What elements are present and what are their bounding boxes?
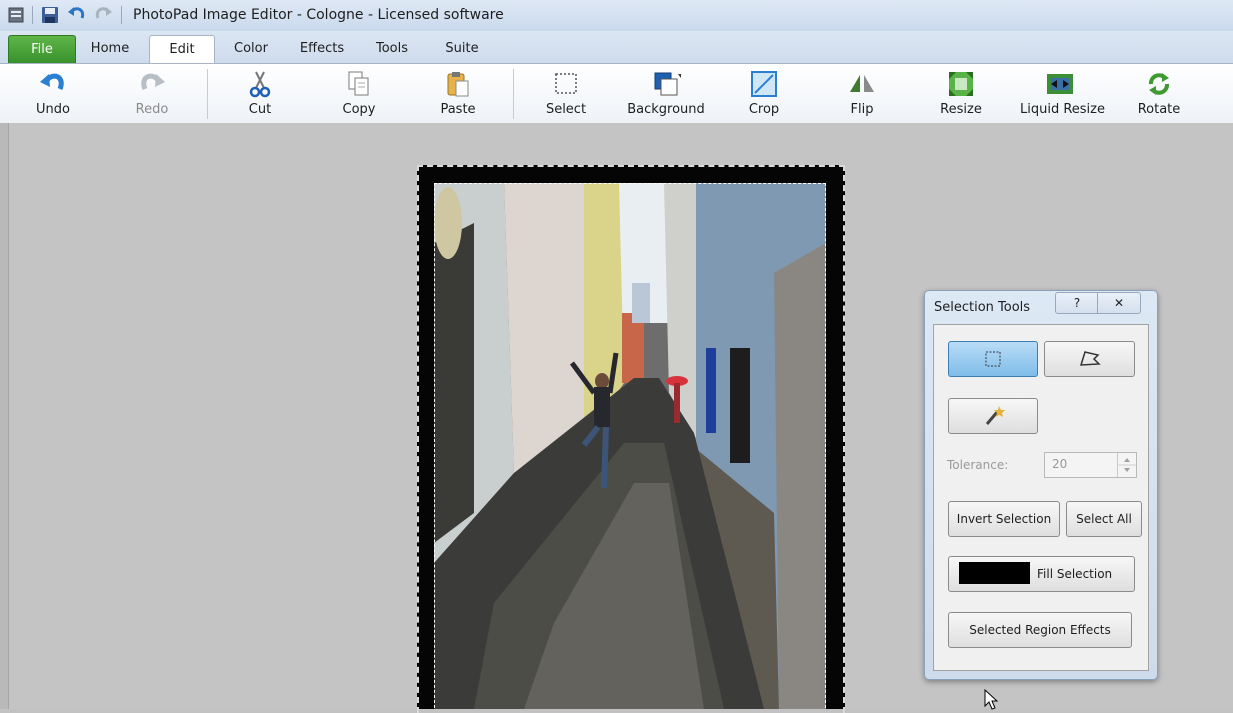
rotate-button[interactable]: Rotate	[1119, 64, 1199, 123]
fill-selection-label: Fill Selection	[1037, 567, 1113, 581]
redo-icon	[137, 70, 167, 98]
background-button[interactable]: Background	[626, 64, 706, 123]
crop-icon	[749, 70, 779, 98]
redo-button[interactable]: Redo	[112, 64, 192, 123]
cut-button[interactable]: Cut	[220, 64, 300, 123]
select-button[interactable]: Select	[526, 64, 606, 123]
copy-label: Copy	[342, 102, 376, 117]
rectangle-select-button[interactable]	[948, 341, 1038, 377]
ribbon-separator	[513, 69, 514, 119]
paste-label: Paste	[440, 102, 476, 117]
undo-label: Undo	[36, 102, 70, 117]
ribbon-toolbar: Undo Redo Cut Copy Paste Select Backgrou…	[0, 63, 1233, 124]
tab-effects[interactable]: Effects	[290, 35, 354, 63]
undo-icon[interactable]	[67, 5, 87, 25]
scissors-icon	[245, 70, 275, 98]
redo-label: Redo	[135, 102, 169, 117]
crop-label: Crop	[748, 102, 780, 117]
crop-button[interactable]: Crop	[724, 64, 804, 123]
freeform-select-button[interactable]	[1044, 341, 1135, 377]
magic-wand-icon	[985, 406, 1005, 425]
panel-title: Selection Tools	[934, 300, 1031, 315]
resize-label: Resize	[940, 102, 982, 117]
help-button[interactable]: ?	[1055, 292, 1099, 314]
tolerance-label: Tolerance:	[947, 458, 1009, 472]
window-title: PhotoPad Image Editor - Cologne - Licens…	[133, 7, 504, 23]
save-icon[interactable]	[40, 5, 60, 25]
tab-home[interactable]: Home	[80, 35, 140, 63]
tab-suite[interactable]: Suite	[432, 35, 492, 63]
tab-file[interactable]: File	[8, 35, 76, 64]
menu-icon[interactable]	[6, 5, 26, 25]
paste-button[interactable]: Paste	[418, 64, 498, 123]
undo-button[interactable]: Undo	[13, 64, 93, 123]
quick-access-separator	[121, 6, 122, 24]
rotate-icon	[1144, 70, 1174, 98]
flip-label: Flip	[850, 102, 874, 117]
flip-icon	[847, 70, 877, 98]
resize-icon	[946, 70, 976, 98]
tab-tools[interactable]: Tools	[364, 35, 420, 63]
tab-edit[interactable]: Edit	[149, 35, 215, 65]
background-label: Background	[627, 102, 705, 117]
left-panel-edge[interactable]	[0, 123, 9, 709]
help-icon: ?	[1073, 296, 1081, 310]
lasso-select-icon	[1079, 351, 1101, 366]
invert-selection-button[interactable]: Invert Selection	[948, 501, 1060, 537]
redo-icon[interactable]	[93, 5, 113, 25]
mouse-cursor-icon	[984, 689, 999, 710]
liquid-resize-button[interactable]: Liquid Resize	[1020, 64, 1105, 123]
resize-button[interactable]: Resize	[921, 64, 1001, 123]
copy-button[interactable]: Copy	[319, 64, 399, 123]
close-button[interactable]: ✕	[1097, 292, 1141, 314]
marquee-select-icon	[551, 70, 581, 98]
paste-icon	[443, 70, 473, 98]
ribbon-separator	[207, 69, 208, 119]
background-color-icon	[651, 70, 684, 98]
title-bar: PhotoPad Image Editor - Cologne - Licens…	[0, 0, 1233, 32]
tolerance-input[interactable]: 20	[1044, 452, 1137, 478]
rectangle-select-icon	[985, 351, 1001, 367]
tolerance-spinner[interactable]	[1117, 453, 1136, 477]
ribbon-tabs: File Home Edit Color Effects Tools Suite	[0, 31, 1233, 65]
select-all-button[interactable]: Select All	[1066, 501, 1142, 537]
liquid-resize-icon	[1045, 70, 1075, 98]
fill-color-swatch[interactable]	[959, 562, 1030, 584]
close-icon: ✕	[1113, 296, 1125, 310]
tab-color[interactable]: Color	[222, 35, 280, 63]
tolerance-value: 20	[1052, 457, 1068, 471]
undo-icon	[38, 70, 68, 98]
quick-access-separator	[32, 6, 33, 24]
fill-selection-button[interactable]: Fill Selection	[948, 556, 1135, 592]
image-canvas[interactable]	[434, 183, 826, 709]
spinner-arrows-icon	[1118, 458, 1136, 472]
selection-marquee-inner	[434, 183, 826, 709]
cut-label: Cut	[248, 102, 272, 117]
copy-icon	[344, 70, 374, 98]
selected-region-effects-button[interactable]: Selected Region Effects	[948, 612, 1132, 648]
selection-tools-panel: Selection Tools ? ✕ Tolerance: 20 Invert…	[924, 290, 1158, 680]
panel-body: Tolerance: 20 Invert Selection Select Al…	[933, 324, 1149, 671]
rotate-label: Rotate	[1137, 102, 1181, 117]
magic-wand-button[interactable]	[948, 398, 1038, 434]
liquid-resize-label: Liquid Resize	[1020, 102, 1105, 117]
select-label: Select	[545, 102, 587, 117]
flip-button[interactable]: Flip	[822, 64, 902, 123]
